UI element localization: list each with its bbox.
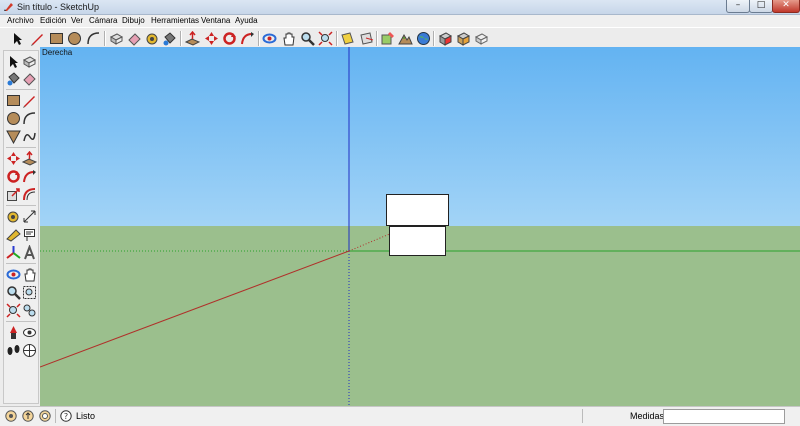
tape-measure-icon[interactable] xyxy=(6,209,21,224)
sketchup-app-icon[interactable] xyxy=(3,1,14,12)
dimension-icon[interactable] xyxy=(22,209,37,224)
follow-me-icon[interactable] xyxy=(22,169,37,184)
pan-icon[interactable] xyxy=(22,267,37,282)
red-axis-negative xyxy=(348,232,393,252)
menu-archivo[interactable]: Archivo xyxy=(7,15,34,27)
push-pull-icon[interactable] xyxy=(185,31,200,46)
rectangle-icon[interactable] xyxy=(49,31,64,46)
maximize-button[interactable]: □ xyxy=(749,0,773,13)
menu-camara[interactable]: Cámara xyxy=(89,15,117,27)
geolocation-icon[interactable] xyxy=(5,410,17,422)
svg-text:?: ? xyxy=(64,412,68,421)
line-icon[interactable] xyxy=(22,93,37,108)
pan-icon[interactable] xyxy=(281,31,296,46)
scale-icon[interactable] xyxy=(6,187,21,202)
polygon-icon[interactable] xyxy=(6,129,21,144)
previous-view-icon[interactable] xyxy=(22,303,37,318)
eraser-icon[interactable] xyxy=(22,71,37,86)
status-bar: ? Listo Medidas xyxy=(0,406,800,426)
previous-view-icon[interactable] xyxy=(340,31,355,46)
status-divider xyxy=(55,409,56,423)
red-axis xyxy=(40,250,350,368)
credits-icon[interactable] xyxy=(22,410,34,422)
zoom-extents-icon[interactable] xyxy=(318,31,333,46)
left-toolbar xyxy=(0,47,41,406)
section-plane-icon[interactable] xyxy=(359,31,374,46)
move-icon[interactable] xyxy=(204,31,219,46)
measurements-label: Medidas xyxy=(630,411,665,421)
rotate-icon[interactable] xyxy=(222,31,237,46)
make-component-icon[interactable] xyxy=(22,54,37,69)
follow-me-icon[interactable] xyxy=(240,31,255,46)
left-toolbar-panel xyxy=(3,50,39,404)
3d-text-icon[interactable] xyxy=(22,245,37,260)
walk-icon[interactable] xyxy=(6,343,21,358)
look-around-icon[interactable] xyxy=(22,325,37,340)
make-component-icon[interactable] xyxy=(109,31,124,46)
zoom-icon[interactable] xyxy=(6,285,21,300)
position-camera-icon[interactable] xyxy=(6,325,21,340)
zoom-window-icon[interactable] xyxy=(22,285,37,300)
freehand-icon[interactable] xyxy=(22,129,37,144)
title-bar: Sin título - SketchUp – □ ✕ xyxy=(0,0,800,15)
box-top-face[interactable] xyxy=(386,194,449,226)
scene-geometry xyxy=(40,47,800,406)
circle-icon[interactable] xyxy=(6,111,21,126)
arc-icon[interactable] xyxy=(22,111,37,126)
user-icon[interactable] xyxy=(39,410,51,422)
rotate-icon[interactable] xyxy=(6,169,21,184)
help-icon[interactable]: ? xyxy=(60,410,72,422)
menu-ventana[interactable]: Ventana xyxy=(201,15,230,27)
minimize-button[interactable]: – xyxy=(726,0,750,13)
share-model-icon[interactable] xyxy=(456,31,471,46)
main-toolbar xyxy=(0,27,800,49)
zoom-icon[interactable] xyxy=(300,31,315,46)
text-icon[interactable] xyxy=(22,227,37,242)
preview-google-earth-icon[interactable] xyxy=(416,31,431,46)
axes-icon[interactable] xyxy=(6,245,21,260)
add-location-icon[interactable] xyxy=(380,31,395,46)
arc-icon[interactable] xyxy=(86,31,101,46)
toggle-terrain-icon[interactable] xyxy=(398,31,413,46)
drawing-viewport[interactable]: Derecha xyxy=(40,47,800,406)
orbit-icon[interactable] xyxy=(6,267,21,282)
push-pull-icon[interactable] xyxy=(22,151,37,166)
select-icon[interactable] xyxy=(6,54,21,69)
share-component-icon[interactable] xyxy=(474,31,489,46)
section-plane-icon[interactable] xyxy=(22,343,37,358)
paint-bucket-icon[interactable] xyxy=(6,71,21,86)
menu-ver[interactable]: Ver xyxy=(71,15,83,27)
status-divider xyxy=(582,409,583,423)
box-front-face[interactable] xyxy=(389,226,446,256)
menu-edicion[interactable]: Edición xyxy=(40,15,66,27)
menu-herramientas[interactable]: Herramientas xyxy=(151,15,199,27)
pencil-line-icon[interactable] xyxy=(30,31,45,46)
eraser-icon[interactable] xyxy=(127,31,142,46)
scene-label: Derecha xyxy=(42,48,73,57)
menu-dibujo[interactable]: Dibujo xyxy=(122,15,145,27)
get-models-icon[interactable] xyxy=(438,31,453,46)
menu-ayuda[interactable]: Ayuda xyxy=(235,15,258,27)
menu-bar: Archivo Edición Ver Cámara Dibujo Herram… xyxy=(0,15,800,27)
status-message: Listo xyxy=(76,411,96,421)
protractor-icon[interactable] xyxy=(6,227,21,242)
orbit-icon[interactable] xyxy=(262,31,277,46)
measurements-input[interactable] xyxy=(663,409,785,424)
rectangle-icon[interactable] xyxy=(6,93,21,108)
offset-icon[interactable] xyxy=(22,187,37,202)
close-button[interactable]: ✕ xyxy=(772,0,800,13)
move-icon[interactable] xyxy=(6,151,21,166)
zoom-extents-icon[interactable] xyxy=(6,303,21,318)
window-title: Sin título - SketchUp xyxy=(17,2,100,12)
tape-measure-icon[interactable] xyxy=(145,31,160,46)
circle-icon[interactable] xyxy=(67,31,82,46)
select-icon[interactable] xyxy=(10,31,25,46)
paint-bucket-icon[interactable] xyxy=(162,31,177,46)
